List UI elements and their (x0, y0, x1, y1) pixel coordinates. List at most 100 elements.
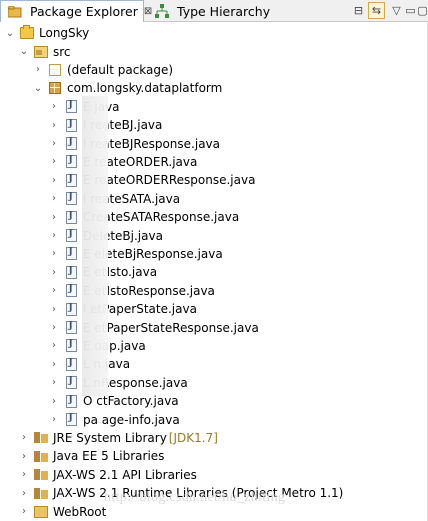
chevron-right-icon[interactable]: › (48, 340, 60, 351)
library-icon (33, 485, 49, 501)
chevron-right-icon[interactable]: › (48, 193, 60, 204)
package-explorer-icon (8, 4, 22, 20)
tree-item-label: src (53, 44, 71, 59)
chevron-right-icon[interactable]: › (48, 212, 60, 223)
tree-item-label: O ctFactory.java (83, 394, 179, 409)
java-file-icon (63, 246, 79, 262)
package-tree: ⌄ LongSky ⌄ src › (default package) ⌄ co… (0, 22, 428, 521)
chevron-down-icon[interactable]: ⌄ (4, 28, 16, 39)
tree-item-label: WebRoot (53, 504, 107, 519)
tree-item-package[interactable]: ⌄ com.longsky.dataplatform (32, 79, 223, 97)
chevron-right-icon[interactable]: › (18, 432, 30, 443)
tab-package-explorer[interactable]: Package Explorer ⊠ (0, 0, 152, 22)
java-file-icon (63, 191, 79, 207)
chevron-right-icon[interactable]: › (48, 101, 60, 112)
collapse-all-button[interactable]: ⊟ (350, 2, 367, 19)
chevron-right-icon[interactable]: › (48, 138, 60, 149)
tree-item-label: JRE System Library (53, 430, 167, 445)
project-folder-icon (19, 25, 35, 41)
chevron-right-icon[interactable]: › (48, 285, 60, 296)
tree-item-java-file[interactable]: ›E eleteBjResponse.java (48, 245, 223, 263)
tree-item-label: pa age-info.java (83, 412, 180, 427)
tree-item-label: com.longsky.dataplatform (67, 81, 223, 96)
tree-item-java-file[interactable]: › E reateORDERResponse.java (48, 171, 255, 189)
tree-item-library[interactable]: › JAX-WS 2.1 API Libraries (18, 466, 197, 484)
source-folder-icon (33, 44, 49, 60)
java-file-icon (63, 412, 79, 428)
tree-item-java-file[interactable]: ›E reateORDER.java (48, 153, 197, 171)
tree-item-label: Java EE 5 Libraries (53, 449, 165, 464)
java-file-icon (63, 99, 79, 115)
tree-item-src[interactable]: ⌄ src (18, 42, 71, 60)
link-with-editor-button[interactable]: ⇆ (368, 2, 385, 19)
tree-item-java-file[interactable]: › pa age-info.java (48, 410, 180, 428)
chevron-right-icon[interactable]: › (18, 506, 30, 517)
type-hierarchy-icon (155, 3, 169, 19)
library-icon (33, 430, 49, 446)
chevron-down-icon[interactable]: ⌄ (18, 46, 30, 57)
tree-item-java-file[interactable]: ›l reateSATA.java (48, 190, 180, 208)
tree-item-label: E etPaperStateResponse.java (83, 320, 259, 335)
library-icon (33, 448, 49, 464)
chevron-right-icon[interactable]: › (48, 248, 60, 259)
watermark-text: http://blog.csdn.net/hu_zhiting (104, 490, 286, 505)
library-version: [JDK1.7] (168, 430, 218, 445)
chevron-right-icon[interactable]: › (48, 230, 60, 241)
maximize-button[interactable]: ▢ (414, 2, 428, 19)
folder-icon (33, 504, 49, 520)
tree-item-java-file[interactable]: ›E etIstoResponse.java (48, 282, 215, 300)
tree-item-java-file[interactable]: › O ctFactory.java (48, 392, 179, 410)
java-file-icon (63, 136, 79, 152)
java-file-icon (63, 228, 79, 244)
package-icon (47, 62, 63, 78)
java-file-icon (63, 264, 79, 280)
view-tab-bar: Package Explorer ⊠ Type Hierarchy ⊟ ⇆ ▽ … (0, 0, 428, 22)
tree-item-java-file[interactable]: › CreateSATAResponse.java (48, 208, 239, 226)
java-file-icon (63, 375, 79, 391)
tree-item-project[interactable]: ⌄ LongSky (4, 24, 89, 42)
tree-item-label: JAX-WS 2.1 API Libraries (53, 467, 197, 482)
redaction-block (82, 96, 108, 396)
java-file-icon (63, 117, 79, 133)
tab-type-hierarchy[interactable]: Type Hierarchy (148, 0, 270, 22)
java-file-icon (63, 356, 79, 372)
chevron-right-icon[interactable]: › (48, 175, 60, 186)
tab-label: Package Explorer (30, 4, 138, 19)
java-file-icon (63, 301, 79, 317)
java-file-icon (63, 393, 79, 409)
chevron-right-icon[interactable]: › (18, 469, 30, 480)
chevron-right-icon[interactable]: › (48, 359, 60, 370)
java-file-icon (63, 154, 79, 170)
tree-item-java-file[interactable]: ›L nResponse.java (48, 374, 188, 392)
java-file-icon (63, 172, 79, 188)
java-file-icon (63, 283, 79, 299)
tree-item-label: (default package) (67, 62, 174, 77)
chevron-right-icon[interactable]: › (48, 120, 60, 131)
chevron-right-icon[interactable]: › (48, 156, 60, 167)
tab-label: Type Hierarchy (177, 3, 271, 19)
tree-item-library[interactable]: › JRE System Library [JDK1.7] (18, 429, 218, 447)
tree-item-label: E reateORDERResponse.java (83, 173, 256, 188)
tree-item-java-file[interactable]: ›l reateBJResponse.java (48, 134, 220, 152)
chevron-right-icon[interactable]: › (48, 414, 60, 425)
java-file-icon (63, 320, 79, 336)
chevron-right-icon[interactable]: › (32, 64, 44, 75)
chevron-down-icon[interactable]: ⌄ (32, 83, 44, 94)
chevron-right-icon[interactable]: › (18, 451, 30, 462)
chevron-right-icon[interactable]: › (48, 396, 60, 407)
java-file-icon (63, 209, 79, 225)
package-icon (47, 80, 63, 96)
java-file-icon (63, 338, 79, 354)
tree-item-label: LongSky (39, 26, 90, 41)
tree-item-library[interactable]: › Java EE 5 Libraries (18, 447, 164, 465)
chevron-right-icon[interactable]: › (48, 377, 60, 388)
chevron-right-icon[interactable]: › (48, 304, 60, 315)
tree-item-webroot[interactable]: › WebRoot (18, 502, 106, 520)
tree-item-java-file[interactable]: › E etPaperStateResponse.java (48, 318, 259, 336)
tree-item-default-package[interactable]: › (default package) (32, 61, 173, 79)
chevron-right-icon[interactable]: › (48, 322, 60, 333)
tree-item-java-file[interactable]: ›l etPaperState.java (48, 300, 197, 318)
library-icon (33, 467, 49, 483)
chevron-right-icon[interactable]: › (48, 267, 60, 278)
chevron-right-icon[interactable]: › (18, 488, 30, 499)
